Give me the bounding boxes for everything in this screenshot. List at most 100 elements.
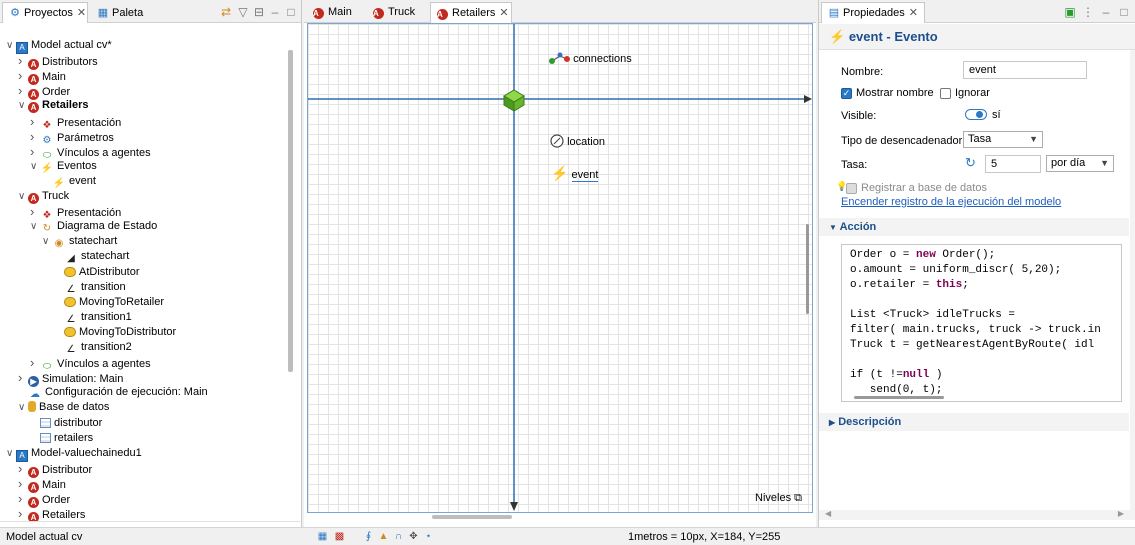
agent-shape[interactable]: [503, 89, 525, 112]
visible-toggle[interactable]: [965, 109, 987, 120]
pin-tool-icon[interactable]: ⋆: [423, 531, 434, 542]
tab-truck[interactable]: A Truck: [366, 2, 424, 23]
tree-item[interactable]: ⚡ event: [42, 174, 96, 189]
tree-item[interactable]: › ⚙ Parámetros: [30, 129, 114, 146]
chevron-right-icon[interactable]: ›: [30, 355, 40, 370]
close-icon[interactable]: ✕: [499, 7, 508, 19]
close-icon[interactable]: ✕: [77, 7, 86, 19]
chevron-right-icon[interactable]: ›: [18, 370, 28, 385]
paint-tool-icon[interactable]: ▲: [378, 531, 389, 542]
tree-item[interactable]: ☁ Configuración de ejecución: Main: [18, 385, 208, 400]
chevron-down-icon[interactable]: ∨: [30, 159, 40, 174]
snap-icon[interactable]: ▩: [334, 531, 345, 542]
canvas-vertical-scrollbar[interactable]: [806, 224, 809, 314]
ignorar-checkbox[interactable]: [940, 88, 951, 99]
connections-element[interactable]: connections: [548, 50, 632, 66]
properties-horizontal-scrollbar[interactable]: ◀ ▶: [819, 509, 1135, 520]
location-element[interactable]: location: [550, 134, 605, 148]
tree-item[interactable]: ∨ A Retailers: [18, 98, 88, 114]
tasa-unit-select[interactable]: por día ▼: [1046, 155, 1114, 172]
link-with-editor-icon[interactable]: ⇄: [219, 5, 233, 19]
canvas-horizontal-scrollbar[interactable]: [432, 515, 512, 519]
chevron-down-icon[interactable]: ∨: [18, 98, 28, 113]
chevron-right-icon[interactable]: ›: [30, 204, 40, 219]
tasa-input[interactable]: 5: [985, 155, 1041, 173]
chevron-down-icon[interactable]: ∨: [42, 234, 52, 249]
chevron-right-icon[interactable]: ›: [18, 491, 28, 506]
tree-item[interactable]: › A Order: [18, 491, 70, 508]
chevron-right-icon[interactable]: ›: [18, 68, 28, 83]
code-horizontal-scrollbar[interactable]: [854, 396, 944, 399]
agent-canvas[interactable]: connections location ⚡ event Niveles ⧉: [307, 23, 813, 513]
chevron-down-icon[interactable]: ∨: [6, 38, 16, 53]
properties-vertical-scrollbar[interactable]: [1130, 50, 1135, 510]
collapse-all-icon[interactable]: ⊟: [252, 5, 266, 19]
tree-item[interactable]: ∨ ◉ statechart: [42, 234, 117, 249]
tab-main[interactable]: A Main: [306, 2, 358, 23]
maximize-icon[interactable]: □: [1117, 5, 1131, 19]
tree-item[interactable]: MovingToDistributor: [54, 325, 176, 340]
chevron-right-icon[interactable]: ›: [18, 83, 28, 98]
chevron-down-icon[interactable]: ∨: [18, 189, 28, 204]
chevron-right-icon[interactable]: ›: [18, 461, 28, 476]
tree-item[interactable]: ∠ transition1: [54, 310, 132, 325]
event-element[interactable]: ⚡ event: [551, 165, 599, 182]
chevron-right-icon[interactable]: ›: [18, 506, 28, 521]
tab-paleta[interactable]: ▦ Paleta: [90, 2, 150, 23]
registrar-checkbox[interactable]: [846, 183, 857, 194]
accion-section-header[interactable]: ▼ Acción: [819, 218, 1129, 236]
tree-vertical-scrollbar[interactable]: [288, 50, 293, 372]
tree-item[interactable]: retailers: [30, 431, 93, 446]
scroll-right-icon[interactable]: ▶: [1118, 509, 1124, 518]
chevron-right-icon[interactable]: ›: [18, 53, 28, 68]
tree-item[interactable]: › ❖ Presentación: [30, 204, 121, 221]
tree-item[interactable]: › A Order: [18, 83, 70, 101]
descripcion-section-header[interactable]: ▶ Descripción: [819, 413, 1129, 431]
polyline-tool-icon[interactable]: ∩: [393, 531, 404, 542]
tree-item[interactable]: distributor: [30, 416, 102, 431]
new-window-icon[interactable]: ▣: [1063, 5, 1077, 19]
accion-code-editor[interactable]: Order o = new Order(); o.amount = unifor…: [841, 244, 1122, 402]
tree-item[interactable]: › ▶ Simulation: Main: [18, 370, 123, 388]
dynamic-value-icon[interactable]: ↻: [965, 155, 976, 171]
tree-item[interactable]: ∠ transition2: [54, 340, 132, 355]
minimize-icon[interactable]: –: [268, 5, 282, 19]
tree-item[interactable]: ∨ ↻ Diagrama de Estado: [30, 219, 157, 234]
tree-item[interactable]: ∨ A Truck: [18, 189, 69, 204]
tree-item[interactable]: AtDistributor: [54, 265, 140, 280]
tab-retailers[interactable]: A Retailers ✕: [430, 2, 512, 23]
move-tool-icon[interactable]: ✥: [408, 531, 419, 542]
close-icon[interactable]: ✕: [909, 7, 918, 19]
tree-item[interactable]: ◢ statechart: [54, 249, 129, 264]
filter-icon[interactable]: ▽: [236, 5, 250, 19]
chevron-down-icon[interactable]: ∨: [6, 446, 16, 461]
tree-item[interactable]: ∨ A Model-valuechainedu1: [6, 446, 142, 462]
encender-registro-link[interactable]: Encender registro de la ejecución del mo…: [841, 196, 1061, 208]
tab-proyectos[interactable]: ⚙ Proyectos ✕: [2, 2, 88, 23]
tree-item[interactable]: › A Main: [18, 476, 66, 493]
niveles-toggle[interactable]: Niveles ⧉: [755, 492, 802, 505]
tree-item[interactable]: ∨ Base de datos: [18, 400, 109, 415]
mostrar-nombre-checkbox[interactable]: ✓: [841, 88, 852, 99]
tipo-select[interactable]: Tasa ▼: [963, 131, 1043, 148]
select-tool-icon[interactable]: ∮: [363, 531, 374, 542]
tree-item[interactable]: › A Main: [18, 68, 66, 86]
chevron-down-icon[interactable]: ∨: [18, 400, 28, 415]
chevron-right-icon[interactable]: ›: [30, 129, 40, 144]
tree-item[interactable]: ∠ transition: [54, 280, 126, 295]
chevron-right-icon[interactable]: ›: [30, 114, 40, 129]
tree-item[interactable]: ∨ ⚡ Eventos: [30, 159, 97, 174]
tree-item[interactable]: › A Distributors: [18, 53, 98, 71]
tree-item[interactable]: › A Distributor: [18, 461, 92, 478]
chevron-down-icon[interactable]: ∨: [30, 219, 40, 234]
maximize-icon[interactable]: □: [284, 5, 298, 19]
nombre-input[interactable]: event: [963, 61, 1087, 79]
grid-icon[interactable]: ▦: [317, 531, 328, 542]
tree-item[interactable]: › A Retailers: [18, 506, 85, 522]
view-menu-icon[interactable]: ⋮: [1081, 5, 1095, 19]
scroll-left-icon[interactable]: ◀: [825, 509, 831, 518]
tree-item[interactable]: › ⬭ Vínculos a agentes: [30, 144, 151, 161]
minimize-icon[interactable]: –: [1099, 5, 1113, 19]
tree-item[interactable]: ∨ A Model actual cv*: [6, 38, 112, 54]
tree-item[interactable]: › ⬭ Vínculos a agentes: [30, 355, 151, 372]
